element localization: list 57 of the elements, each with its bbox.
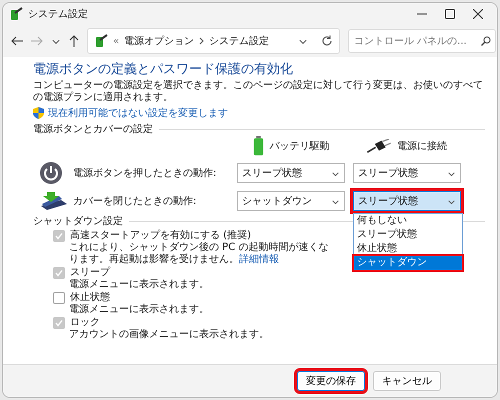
laptop-icon [39, 190, 69, 212]
dropdown-option[interactable]: シャットダウン [354, 256, 462, 270]
battery-plug-icon [94, 34, 108, 48]
breadcrumb-chevron[interactable]: « [113, 36, 120, 46]
chevron-down-icon[interactable] [51, 37, 61, 45]
dropdown-option[interactable]: スリープ状態 [354, 228, 462, 242]
checkbox[interactable] [53, 292, 65, 304]
chevron-down-icon[interactable] [298, 37, 308, 45]
window-title: システム設定 [28, 8, 89, 21]
dropdown-option[interactable]: 休止状態 [354, 242, 462, 256]
column-header: バッテリ駆動 [270, 140, 330, 153]
breadcrumb-item[interactable]: 電源オプション [124, 34, 194, 48]
checkbox[interactable] [53, 317, 65, 329]
option-description: 電源メニューに表示されます。 [69, 304, 210, 316]
back-arrow-icon[interactable] [11, 36, 23, 46]
dropdown[interactable]: スリープ状態 [353, 163, 461, 183]
page-description: コンピューターの電源設定を選択できます。このページの設定に対して行う変更は、お使いのすべての電源プランに適用されます。 [33, 80, 484, 104]
plug-icon [367, 138, 391, 154]
shield-icon [33, 107, 44, 119]
cancel-button[interactable]: キャンセル [373, 371, 441, 391]
section-title: シャットダウン設定 [33, 215, 123, 228]
chevron-down-icon [331, 170, 340, 176]
dropdown[interactable]: スリープ状態 [353, 191, 461, 211]
dropdown-option[interactable]: 何もしない [354, 214, 462, 228]
dropdown[interactable]: スリープ状態 [237, 163, 345, 183]
more-info-link[interactable]: 詳細情報 [239, 254, 279, 265]
dropdown[interactable]: シャットダウン [237, 191, 345, 211]
checkbox-label[interactable]: ロック [70, 317, 100, 329]
row-label: 電源ボタンを押したときの動作: [73, 167, 218, 180]
change-settings-link[interactable]: 現在利用可能ではない設定を変更します [48, 106, 228, 120]
close-icon[interactable] [473, 9, 483, 19]
column-header: 電源に接続 [397, 140, 447, 153]
option-description: これにより、シャットダウン後の PC の起動時間が速くなります。再起動は影響を受けません。詳細情報 [69, 242, 330, 266]
search-field[interactable]: コントロール パネルの... [348, 29, 496, 53]
chevron-down-icon [447, 198, 456, 204]
row-label: カバーを閉じたときの動作: [73, 195, 198, 208]
battery-icon [252, 136, 264, 156]
refresh-icon[interactable] [321, 35, 333, 47]
section-title: 電源ボタンとカバーの設定 [33, 123, 153, 136]
chevron-down-icon [331, 198, 340, 204]
separator-icon [199, 37, 204, 45]
checkbox-label[interactable]: スリープ [70, 267, 110, 279]
page-heading: 電源ボタンの定義とパスワード保護の有効化 [33, 62, 294, 78]
address-bar[interactable]: « 電源オプション システム設定 [87, 28, 340, 54]
maximize-icon[interactable] [445, 9, 455, 19]
save-button[interactable]: 変更の保存 [297, 371, 365, 391]
breadcrumb-item[interactable]: システム設定 [209, 34, 270, 48]
battery-plug-icon [9, 7, 23, 21]
checkbox[interactable] [53, 267, 65, 279]
power-icon [39, 161, 63, 185]
checkbox[interactable] [53, 230, 65, 242]
up-arrow-icon[interactable] [69, 35, 79, 47]
option-description: アカウントの画像メニューに表示されます。 [69, 329, 270, 341]
option-description: 電源メニューに表示されます。 [69, 279, 210, 291]
checkbox-label[interactable]: 高速スタートアップを有効にする (推奨) [70, 230, 251, 242]
checkbox-label[interactable]: 休止状態 [70, 292, 110, 304]
chevron-down-icon [447, 170, 456, 176]
